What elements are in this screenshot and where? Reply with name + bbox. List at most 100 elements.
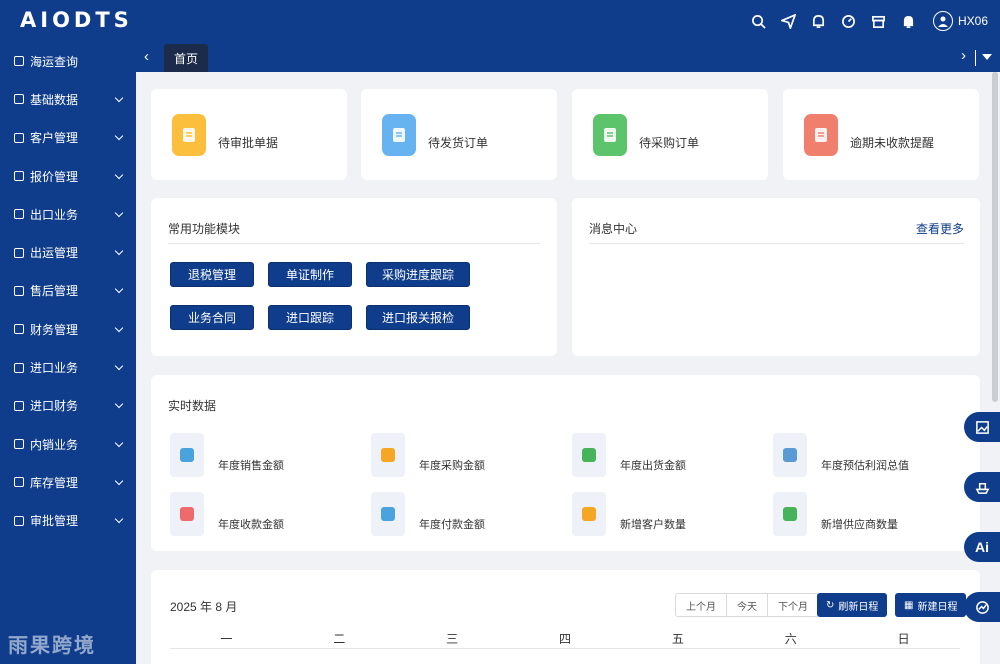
chevron-down-icon	[114, 246, 124, 256]
send-icon[interactable]	[781, 13, 797, 29]
func-button-documents[interactable]: 单证制作	[268, 262, 352, 287]
menu-item-icon	[14, 285, 24, 296]
search-icon[interactable]	[751, 13, 767, 29]
document-icon	[382, 113, 416, 156]
func-button-purchase-tracking[interactable]: 采购进度跟踪	[366, 262, 470, 287]
menu-item-icon	[14, 56, 24, 67]
realtime-item[interactable]: 年度预估利润总值	[773, 433, 909, 477]
chevron-down-icon	[114, 323, 124, 332]
sidebar-item[interactable]: 客户管理	[0, 119, 136, 157]
realtime-item[interactable]: 年度付款金额	[371, 492, 485, 536]
realtime-item[interactable]: 年度销售金额	[170, 433, 284, 477]
menu-item-icon	[14, 132, 24, 143]
document-icon	[804, 113, 838, 156]
menu-item-icon	[14, 247, 24, 258]
today-button[interactable]: 今天	[727, 594, 768, 616]
ship-float-button[interactable]	[964, 472, 1000, 502]
sidebar-item[interactable]: 出口业务	[0, 195, 136, 233]
menu-item-icon	[14, 324, 24, 335]
ai-float-button[interactable]: Ai	[964, 532, 1000, 562]
tabs-next-icon[interactable]: ›	[961, 47, 966, 64]
sidebar-item-label: 进口财务	[30, 399, 79, 414]
sidebar-item[interactable]: 报价管理	[0, 157, 136, 195]
sidebar-item[interactable]: 出运管理	[0, 233, 136, 271]
refresh-schedule-label: 刷新日程	[838, 601, 879, 613]
func-button-import-tracking[interactable]: 进口跟踪	[268, 305, 352, 330]
sidebar-item[interactable]: 进口财务	[0, 387, 136, 425]
chevron-down-icon	[114, 514, 124, 524]
metric-icon	[773, 433, 807, 477]
realtime-item-label: 新增客户数量	[620, 519, 686, 531]
app-logo[interactable]: AIODTS	[20, 8, 133, 32]
tabs-dropdown-icon[interactable]	[982, 54, 992, 60]
sidebar-item[interactable]: 财务管理	[0, 310, 136, 348]
sidebar-item-label: 进口业务	[30, 361, 79, 376]
realtime-item-label: 年度出货金额	[620, 460, 686, 472]
weekday-label: 三	[446, 632, 459, 646]
weekday-label: 六	[784, 632, 797, 646]
sidebar-item-label: 基础数据	[30, 92, 79, 107]
realtime-item[interactable]: 年度采购金额	[371, 433, 485, 477]
tabs-bar: ‹ 首页 ›	[136, 42, 1000, 72]
refresh-schedule-button[interactable]: ↻ 刷新日程	[817, 593, 888, 617]
sidebar-item[interactable]: 售后管理	[0, 272, 136, 310]
sidebar-item[interactable]: 审批管理	[0, 502, 136, 540]
chevron-down-icon	[114, 285, 124, 294]
sidebar-item-label: 库存管理	[30, 475, 79, 490]
calendar-icon: ▦	[904, 599, 914, 611]
weekday-label: 四	[559, 632, 572, 646]
prev-month-button[interactable]: 上个月	[676, 594, 727, 616]
metric-icon	[170, 492, 204, 536]
sidebar-item-label: 海运查询	[30, 54, 79, 69]
realtime-item[interactable]: 新增供应商数量	[773, 492, 898, 536]
notification-icon[interactable]	[901, 13, 917, 29]
metric-icon	[371, 433, 405, 477]
calendar-card	[151, 570, 980, 664]
realtime-item[interactable]: 新增客户数量	[572, 492, 686, 536]
image-float-button[interactable]	[964, 412, 1000, 442]
tab-home[interactable]: 首页	[164, 44, 209, 72]
gauge-icon[interactable]	[841, 13, 857, 29]
stat-card[interactable]: 逾期未收款提醒	[783, 89, 979, 180]
func-button-business-contract[interactable]: 业务合同	[170, 305, 254, 330]
sidebar-item-label: 客户管理	[30, 131, 79, 146]
menu-item-icon	[14, 515, 24, 526]
view-more-link[interactable]: 查看更多	[916, 220, 964, 237]
sidebar-item[interactable]: 基础数据	[0, 80, 136, 118]
sidebar-menu: 海运查询基础数据客户管理报价管理 出口业务 出运管理售后管理财务管理进口业务进口财务…	[0, 42, 136, 540]
refresh-icon: ↻	[826, 599, 835, 611]
sidebar-item[interactable]: 海运查询	[0, 42, 136, 80]
section-title-common: 常用功能模块	[168, 222, 241, 236]
sidebar-item[interactable]: 内销业务	[0, 425, 136, 463]
tabs-prev-icon[interactable]: ‹	[144, 48, 149, 65]
document-icon	[172, 113, 206, 156]
stat-card[interactable]: 待采购订单	[572, 89, 768, 180]
user-menu[interactable]: HX06	[932, 11, 988, 31]
metric-icon	[572, 492, 606, 536]
realtime-item[interactable]: 年度收款金额	[170, 492, 284, 536]
sidebar-item[interactable]: 进口业务	[0, 348, 136, 386]
weekday-label: 五	[671, 632, 684, 646]
new-schedule-button[interactable]: ▦ 新建日程	[895, 593, 967, 617]
func-button-tax-refund[interactable]: 退税管理	[170, 262, 254, 287]
stat-card[interactable]: 待审批单据	[151, 89, 347, 180]
chart-float-button[interactable]	[964, 592, 1000, 622]
shop-icon[interactable]	[871, 13, 887, 29]
func-button-import-customs[interactable]: 进口报关报检	[366, 305, 470, 330]
sidebar-item-label: 售后管理	[30, 284, 79, 299]
stat-card-label: 待发货订单	[428, 136, 489, 150]
realtime-item[interactable]: 年度出货金额	[572, 433, 686, 477]
stat-card-label: 待审批单据	[218, 136, 279, 150]
stat-card[interactable]: 待发货订单	[361, 89, 557, 180]
page-scrollbar[interactable]	[992, 72, 998, 402]
avatar-icon	[932, 11, 953, 31]
sidebar-item[interactable]: 库存管理	[0, 463, 136, 501]
next-month-button[interactable]: 下个月	[768, 594, 818, 616]
menu-item-icon	[14, 209, 24, 220]
menu-item-icon	[14, 171, 24, 182]
realtime-item-label: 年度采购金额	[419, 460, 485, 472]
calendar-weekday-header: 一二三四五六日	[170, 625, 960, 649]
watermark-text: 雨果跨境	[8, 635, 96, 657]
bell-icon[interactable]	[811, 13, 827, 29]
calendar-title: 2025 年 8 月	[170, 600, 238, 614]
